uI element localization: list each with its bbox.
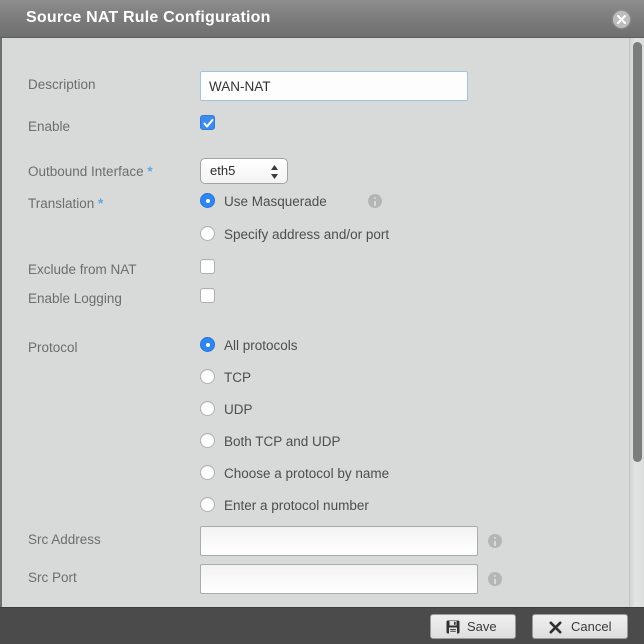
protocol-radio-udp[interactable] — [200, 401, 215, 416]
outbound-interface-label: Outbound Interface * — [28, 164, 153, 179]
protocol-option-label-tcp[interactable]: TCP — [224, 370, 251, 385]
stepper-arrows-icon — [271, 165, 278, 179]
description-label: Description — [28, 77, 96, 92]
translation-option-label-specify[interactable]: Specify address and/or port — [224, 227, 389, 242]
protocol-option-label-by-name[interactable]: Choose a protocol by name — [224, 466, 389, 481]
src-port-info-icon[interactable] — [488, 572, 502, 586]
protocol-radio-by-name[interactable] — [200, 465, 215, 480]
protocol-radio-tcp[interactable] — [200, 369, 215, 384]
x-icon — [549, 621, 562, 634]
save-button-label: Save — [467, 619, 497, 634]
enable-logging-checkbox[interactable] — [200, 288, 215, 303]
floppy-disk-icon — [446, 620, 460, 634]
protocol-radio-all[interactable] — [200, 337, 215, 352]
protocol-radio-both[interactable] — [200, 433, 215, 448]
dialog-title: Source NAT Rule Configuration — [26, 9, 271, 26]
protocol-option-label-both[interactable]: Both TCP and UDP — [224, 434, 341, 449]
src-address-info-icon[interactable] — [488, 534, 502, 548]
enable-label: Enable — [28, 119, 71, 134]
dialog-body: Description Enable Outbound Interface * … — [0, 38, 644, 607]
checkmark-icon — [203, 119, 214, 128]
outbound-interface-value: eth5 — [210, 163, 236, 178]
vertical-scrollbar[interactable] — [629, 38, 644, 607]
protocol-radio-by-number[interactable] — [200, 497, 215, 512]
protocol-option-label-udp[interactable]: UDP — [224, 402, 253, 417]
translation-label-text: Translation — [28, 196, 95, 211]
cancel-button-label: Cancel — [571, 619, 612, 634]
translation-label: Translation * — [28, 196, 103, 211]
outbound-interface-select[interactable]: eth5 — [200, 158, 288, 184]
translation-info-icon[interactable] — [368, 194, 382, 208]
source-nat-rule-dialog: Source NAT Rule Configuration Descriptio… — [0, 0, 644, 644]
translation-option-label-masquerade[interactable]: Use Masquerade — [224, 194, 327, 209]
src-address-input[interactable] — [200, 526, 478, 556]
src-port-input[interactable] — [200, 564, 478, 594]
src-address-label: Src Address — [28, 532, 101, 547]
src-port-label: Src Port — [28, 570, 77, 585]
protocol-label: Protocol — [28, 340, 78, 355]
enable-checkbox[interactable] — [200, 115, 215, 130]
exclude-from-nat-label: Exclude from NAT — [28, 262, 137, 277]
required-marker: * — [147, 164, 153, 179]
protocol-option-label-all[interactable]: All protocols — [224, 338, 298, 353]
scrollbar-thumb[interactable] — [633, 42, 642, 462]
cancel-button[interactable]: Cancel — [532, 614, 628, 639]
close-icon[interactable] — [613, 11, 630, 28]
enable-logging-label: Enable Logging — [28, 291, 122, 306]
translation-radio-specify[interactable] — [200, 226, 215, 241]
description-input[interactable] — [200, 71, 468, 101]
save-button[interactable]: Save — [430, 614, 516, 639]
translation-radio-masquerade[interactable] — [200, 193, 215, 208]
outbound-interface-label-text: Outbound Interface — [28, 164, 144, 179]
dialog-titlebar: Source NAT Rule Configuration — [0, 0, 644, 38]
protocol-option-label-by-number[interactable]: Enter a protocol number — [224, 498, 369, 513]
dialog-footer: Save Cancel — [0, 607, 644, 644]
required-marker: * — [98, 196, 104, 211]
exclude-from-nat-checkbox[interactable] — [200, 259, 215, 274]
close-glyph — [617, 15, 626, 24]
